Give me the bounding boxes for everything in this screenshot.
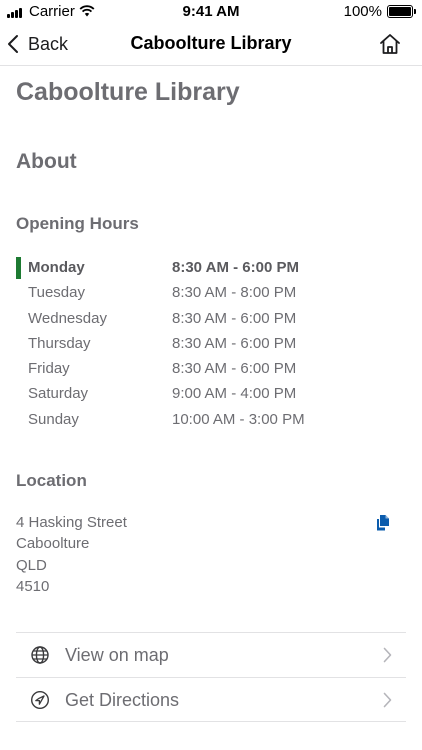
- action-label: Get Directions: [65, 690, 180, 710]
- day-label: Tuesday: [28, 284, 85, 302]
- page-title: Caboolture Library: [16, 78, 240, 106]
- hours-row: Thursday 8:30 AM - 6:00 PM: [16, 331, 406, 356]
- navigation-arrow-icon: [30, 690, 50, 710]
- day-label: Monday: [28, 259, 85, 276]
- day-label: Wednesday: [28, 309, 107, 327]
- address-line: 4 Hasking Street: [16, 514, 127, 531]
- battery-icon: [387, 5, 416, 18]
- navigation-bar: Back Caboolture Library: [0, 24, 422, 66]
- action-list: View on map Get Directions: [16, 632, 406, 722]
- status-bar: Carrier 9:41 AM 100%: [0, 0, 422, 24]
- address-line: Caboolture: [16, 535, 90, 553]
- chevron-right-icon: [383, 647, 392, 663]
- opening-hours-heading: Opening Hours: [16, 214, 139, 233]
- day-label: Sunday: [28, 410, 79, 428]
- battery-percent: 100%: [343, 3, 382, 20]
- address-line: QLD: [16, 556, 47, 574]
- hours-row: Friday 8:30 AM - 6:00 PM: [16, 356, 406, 381]
- hours-value: 8:30 AM - 6:00 PM: [172, 334, 297, 352]
- current-day-marker: [16, 257, 21, 279]
- hours-value: 8:30 AM - 6:00 PM: [172, 360, 297, 378]
- hours-value: 8:30 AM - 6:00 PM: [172, 259, 299, 276]
- day-label: Thursday: [28, 334, 91, 352]
- hours-value: 8:30 AM - 8:00 PM: [172, 284, 297, 302]
- hours-value: 9:00 AM - 4:00 PM: [172, 385, 297, 403]
- day-label: Saturday: [28, 385, 89, 403]
- day-label: Friday: [28, 360, 70, 378]
- location-heading: Location: [16, 471, 87, 490]
- hours-row: Sunday 10:00 AM - 3:00 PM: [16, 407, 406, 432]
- nav-title: Caboolture Library: [130, 33, 292, 53]
- battery-fill: [389, 7, 411, 16]
- about-heading: About: [16, 150, 77, 173]
- hours-row: Monday 8:30 AM - 6:00 PM: [16, 255, 406, 280]
- hours-value: 10:00 AM - 3:00 PM: [172, 410, 305, 428]
- opening-hours-list: Monday 8:30 AM - 6:00 PM Tuesday 8:30 AM - …: [16, 255, 406, 432]
- hours-row: Tuesday 8:30 AM - 8:00 PM: [16, 280, 406, 305]
- get-directions-row[interactable]: Get Directions: [16, 677, 406, 722]
- address-line: 4510: [16, 577, 50, 595]
- address: 4 Hasking Street Caboolture QLD 4510: [16, 512, 127, 597]
- copy-icon[interactable]: [374, 514, 392, 532]
- hours-row: Saturday 9:00 AM - 4:00 PM: [16, 381, 406, 406]
- home-icon[interactable]: [378, 32, 402, 56]
- view-on-map-row[interactable]: View on map: [16, 632, 406, 677]
- action-label: View on map: [65, 645, 169, 665]
- hours-value: 8:30 AM - 6:00 PM: [172, 309, 297, 327]
- hours-row: Wednesday 8:30 AM - 6:00 PM: [16, 306, 406, 331]
- globe-icon: [31, 646, 49, 664]
- chevron-right-icon: [383, 692, 392, 708]
